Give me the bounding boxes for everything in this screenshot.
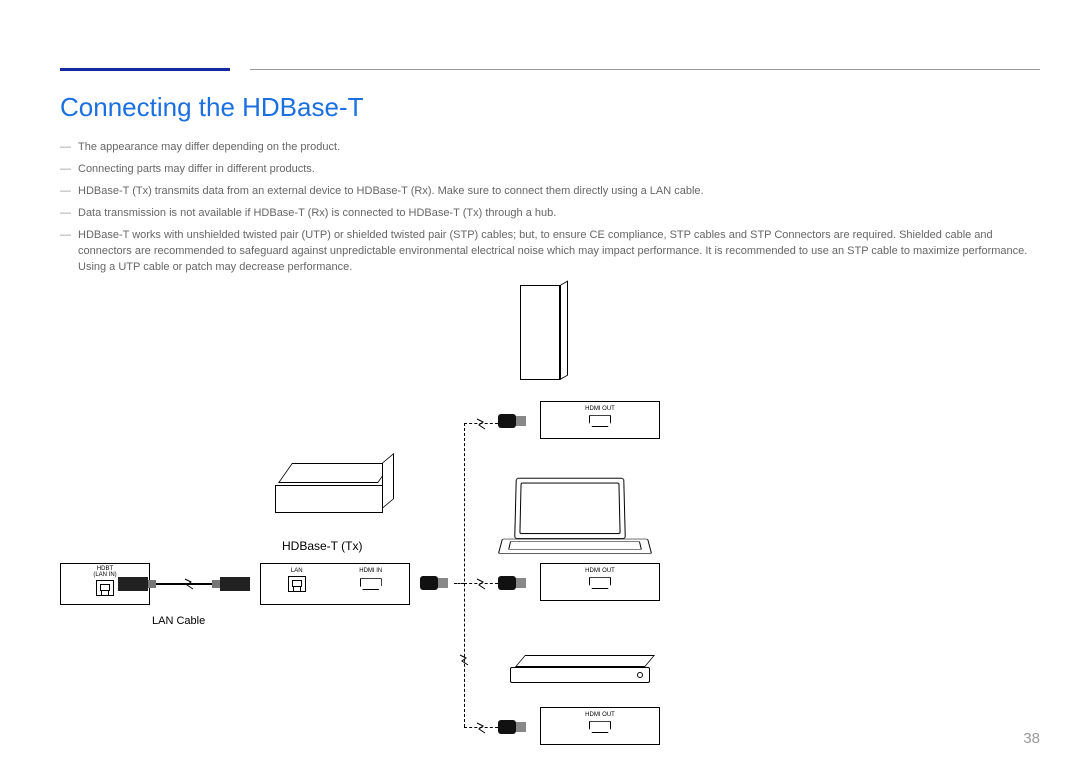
source-device-laptop-illustration: [500, 477, 660, 567]
connection-diagram: HDBT (LAN IN) HDBase-T (Tx) LAN HDMI IN …: [60, 285, 680, 745]
hdmi-cable-plug-icon: [498, 717, 532, 737]
hdmi-cable-plug-icon: [498, 573, 532, 593]
notes-list: The appearance may differ depending on t…: [60, 140, 1040, 282]
port-label: HDMI OUT: [585, 404, 615, 412]
hdmi-jack-icon: [360, 578, 382, 590]
source-device-player-illustration: [510, 655, 660, 683]
hdmi-jack-icon: [589, 415, 611, 427]
transmitter-hdmi-in-port: HDMI IN: [359, 566, 382, 590]
source-device-hdmi-out-port: HDMI OUT: [540, 563, 660, 601]
note-item: Data transmission is not available if HD…: [60, 206, 1040, 222]
dashed-connector-line: [454, 583, 464, 584]
lan-cable-plug-icon: [118, 577, 148, 591]
transmitter-lan-port: LAN: [288, 566, 306, 592]
note-item: HDBase-T (Tx) transmits data from an ext…: [60, 184, 1040, 200]
cable-break-icon: [476, 721, 486, 733]
transmitter-port-panel: LAN HDMI IN: [260, 563, 410, 605]
hdmi-jack-icon: [589, 721, 611, 733]
rj45-jack-icon: [288, 576, 306, 592]
port-label: HDMI OUT: [585, 710, 615, 718]
page-number: 38: [1023, 730, 1040, 747]
cable-break-icon: [476, 577, 486, 589]
hdmi-cable-plug-icon: [498, 411, 532, 431]
header-accent-bar: [60, 68, 230, 71]
note-item: The appearance may differ depending on t…: [60, 140, 1040, 156]
source-device-hdmi-out-port: HDMI OUT: [540, 707, 660, 745]
header-thin-line: [250, 69, 1040, 70]
hdmi-jack-icon: [589, 577, 611, 589]
rj45-jack-icon: [96, 580, 114, 596]
note-item: Connecting parts may differ in different…: [60, 162, 1040, 178]
source-device-console-illustration: [520, 285, 560, 380]
source-device-hdmi-out-port: HDMI OUT: [540, 401, 660, 439]
cable-break-icon: [184, 577, 194, 589]
port-label: HDMI IN: [359, 566, 382, 574]
port-label: HDBT (LAN IN): [93, 564, 116, 579]
source-device-console-illustration: [560, 280, 568, 380]
port-label: LAN: [291, 566, 303, 574]
cable-break-icon: [459, 653, 469, 665]
lan-cable-label: LAN Cable: [152, 615, 205, 627]
lan-cable-plug-icon: [220, 577, 250, 591]
header-rule: [60, 68, 1040, 71]
note-item: HDBase-T works with unshielded twisted p…: [60, 228, 1040, 276]
page-title: Connecting the HDBase-T: [60, 92, 363, 123]
transmitter-device-illustration: [275, 463, 393, 513]
transmitter-label: HDBase-T (Tx): [282, 539, 362, 553]
port-label: HDMI OUT: [585, 566, 615, 574]
hdmi-cable-plug-icon: [420, 573, 454, 593]
cable-break-icon: [476, 417, 486, 429]
dashed-connector-line: [464, 423, 465, 727]
